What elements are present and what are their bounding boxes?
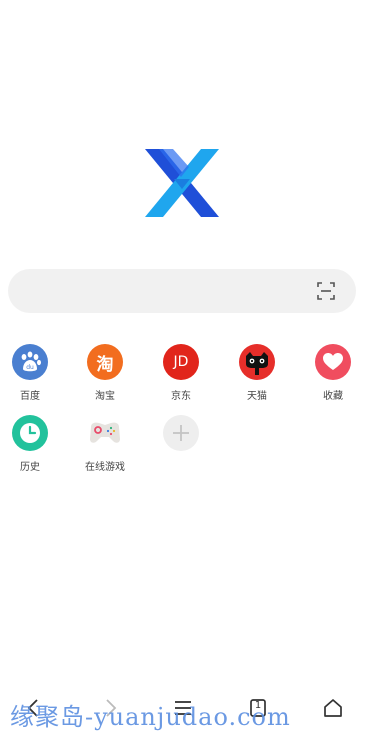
shortcut-taobao[interactable]: 淘 淘宝	[75, 344, 135, 402]
shortcut-label: 收藏	[323, 391, 343, 402]
scan-icon[interactable]	[316, 281, 336, 301]
svg-text:du: du	[26, 364, 34, 371]
heart-icon	[315, 344, 351, 380]
shortcut-jd[interactable]: JD 京东	[151, 344, 211, 402]
shortcut-favorites[interactable]: 收藏	[303, 344, 363, 402]
shortcut-label: 天猫	[247, 391, 267, 402]
baidu-paw-icon: du	[12, 344, 48, 380]
shortcut-label: 京东	[171, 391, 191, 402]
shortcut-label: 历史	[20, 462, 40, 473]
tmall-cat-icon	[239, 344, 275, 380]
jd-icon: JD	[163, 344, 199, 380]
shortcut-baidu[interactable]: du 百度	[0, 344, 60, 402]
shortcut-label: 百度	[20, 391, 40, 402]
search-bar[interactable]	[8, 269, 356, 313]
add-shortcut-button[interactable]	[151, 415, 211, 451]
clock-icon	[12, 415, 48, 451]
taobao-icon: 淘	[87, 344, 123, 380]
home-icon[interactable]	[321, 696, 345, 720]
shortcut-history[interactable]: 历史	[0, 415, 60, 473]
watermark-text: 缘聚岛-yuanjudao.com	[10, 703, 291, 731]
add-icon	[163, 415, 199, 451]
shortcut-online-games[interactable]: 在线游戏	[75, 415, 135, 473]
shortcut-label: 淘宝	[95, 391, 115, 402]
shortcut-tmall[interactable]: 天猫	[227, 344, 287, 402]
shortcut-label: 在线游戏	[85, 462, 125, 473]
x-browser-logo	[145, 149, 219, 217]
search-input[interactable]	[26, 269, 306, 313]
gamepad-icon	[87, 415, 123, 451]
